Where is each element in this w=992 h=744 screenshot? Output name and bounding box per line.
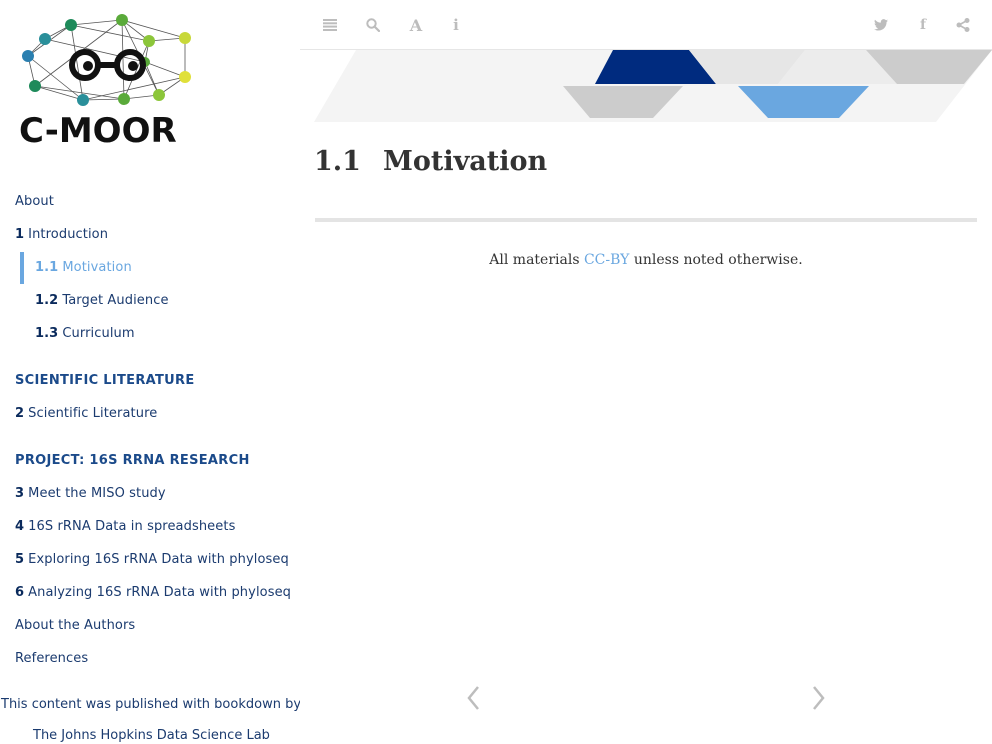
decorative-banner bbox=[300, 50, 992, 124]
chevron-left-icon bbox=[467, 686, 479, 710]
logo-wordmark: C-MOOR bbox=[19, 111, 177, 150]
list-icon[interactable] bbox=[320, 15, 340, 35]
share-icon-glyph bbox=[956, 18, 970, 32]
toc-item-label: Motivation bbox=[62, 260, 132, 275]
toc-item-scientific-literature[interactable]: 2 Scientific Literature bbox=[15, 406, 157, 422]
toc-item-number: 1.1 bbox=[35, 260, 59, 275]
toc-item-miso-study[interactable]: 3 Meet the MISO study bbox=[15, 486, 166, 502]
license-link[interactable]: CC-BY bbox=[584, 252, 629, 268]
facebook-icon[interactable]: f bbox=[913, 15, 933, 35]
toc-item-number: 4 bbox=[15, 519, 25, 534]
book-toolbar: A i f bbox=[300, 0, 992, 50]
publisher-link[interactable]: The Johns Hopkins Data Science Lab bbox=[33, 728, 270, 743]
toc-item-about[interactable]: About bbox=[15, 194, 54, 210]
logo-network-graphic: C-MOOR bbox=[19, 14, 191, 150]
toc-item-curriculum[interactable]: 1.3 Curriculum bbox=[35, 326, 135, 342]
page-title-text: Motivation bbox=[382, 146, 548, 177]
toc-item-number: 1.3 bbox=[35, 326, 59, 341]
toc-item-label: Scientific Literature bbox=[28, 406, 158, 421]
published-with-bookdown[interactable]: This content was published with bookdown… bbox=[1, 697, 300, 712]
toc-item-label: About bbox=[15, 194, 54, 209]
toc-item-label: Analyzing 16S rRNA Data with phyloseq bbox=[28, 585, 292, 600]
toc-item-about-authors[interactable]: About the Authors bbox=[15, 618, 135, 634]
toc-item-label: 16S rRNA Data in spreadsheets bbox=[28, 519, 236, 534]
title-divider bbox=[315, 218, 977, 222]
toc-item-number: 2 bbox=[15, 406, 25, 421]
share-icon[interactable] bbox=[953, 15, 973, 35]
license-notice: All materials CC-BY unless noted otherwi… bbox=[300, 252, 992, 268]
search-icon-glyph bbox=[366, 18, 380, 32]
toc-item-label: Curriculum bbox=[62, 326, 135, 341]
chevron-right-icon bbox=[813, 686, 825, 710]
toc-item-label: References bbox=[15, 651, 89, 666]
active-item-indicator bbox=[20, 252, 24, 284]
toc-item-number: 3 bbox=[15, 486, 25, 501]
sidebar: C-MOOR About 1 Introduction 1.1 Motivation… bbox=[0, 0, 300, 744]
toc-item-target-audience[interactable]: 1.2 Target Audience bbox=[35, 293, 169, 309]
next-page-arrow[interactable] bbox=[808, 684, 828, 712]
search-icon[interactable] bbox=[363, 15, 383, 35]
toc-item-label: Introduction bbox=[28, 227, 109, 242]
c-moor-logo[interactable]: C-MOOR bbox=[15, 10, 210, 150]
twitter-icon[interactable] bbox=[871, 15, 891, 35]
font-icon[interactable]: A bbox=[406, 15, 426, 35]
banner-graphic bbox=[314, 50, 992, 122]
toc-item-label: About the Authors bbox=[15, 618, 136, 633]
list-icon-glyph bbox=[323, 19, 337, 31]
previous-page-arrow[interactable] bbox=[464, 684, 484, 712]
license-suffix: unless noted otherwise. bbox=[633, 252, 803, 268]
toc-item-introduction[interactable]: 1 Introduction bbox=[15, 227, 108, 243]
toc-item-analyzing-phyloseq[interactable]: 6 Analyzing 16S rRNA Data with phyloseq bbox=[15, 585, 291, 601]
twitter-icon-glyph bbox=[874, 19, 888, 31]
info-icon[interactable]: i bbox=[446, 15, 466, 35]
toc-item-label: Meet the MISO study bbox=[28, 486, 166, 501]
toc-item-references[interactable]: References bbox=[15, 651, 88, 667]
toc-item-label: Exploring 16S rRNA Data with phyloseq bbox=[28, 552, 289, 567]
toc-section-scientific-literature: SCIENTIFIC LITERATURE bbox=[15, 373, 195, 388]
page-title-number: 1.1 bbox=[314, 146, 361, 177]
toc-item-spreadsheets[interactable]: 4 16S rRNA Data in spreadsheets bbox=[15, 519, 235, 535]
toc-item-exploring-phyloseq[interactable]: 5 Exploring 16S rRNA Data with phyloseq bbox=[15, 552, 289, 568]
toc-item-number: 1.2 bbox=[35, 293, 59, 308]
toc-item-number: 5 bbox=[15, 552, 25, 567]
toc-item-number: 1 bbox=[15, 227, 25, 242]
toc-section-project-16s: PROJECT: 16S RRNA RESEARCH bbox=[15, 453, 250, 468]
toc-item-number: 6 bbox=[15, 585, 25, 600]
page-title: 1.1 Motivation bbox=[314, 146, 547, 177]
toc-item-motivation[interactable]: 1.1 Motivation bbox=[35, 260, 132, 276]
license-prefix: All materials bbox=[489, 252, 580, 268]
toc-item-label: Target Audience bbox=[62, 293, 169, 308]
